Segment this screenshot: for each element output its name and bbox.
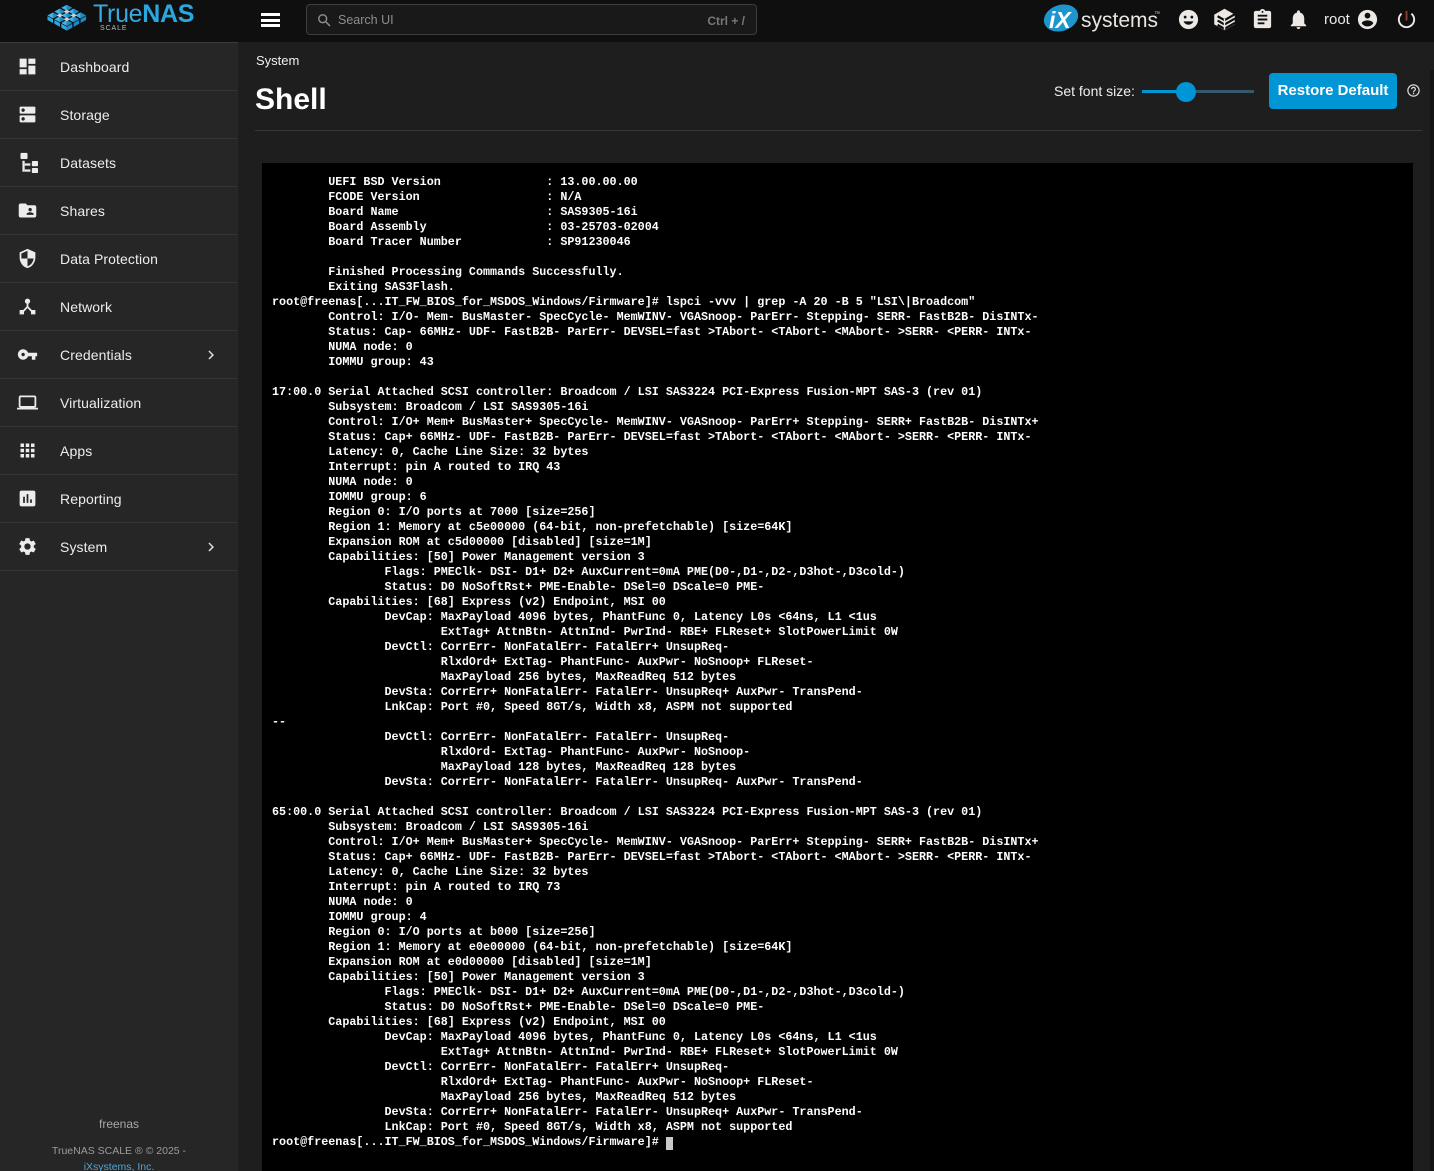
- svg-text:iX: iX: [1049, 7, 1072, 33]
- svg-text:systems: systems: [1081, 9, 1158, 32]
- svg-text:™: ™: [1154, 11, 1160, 18]
